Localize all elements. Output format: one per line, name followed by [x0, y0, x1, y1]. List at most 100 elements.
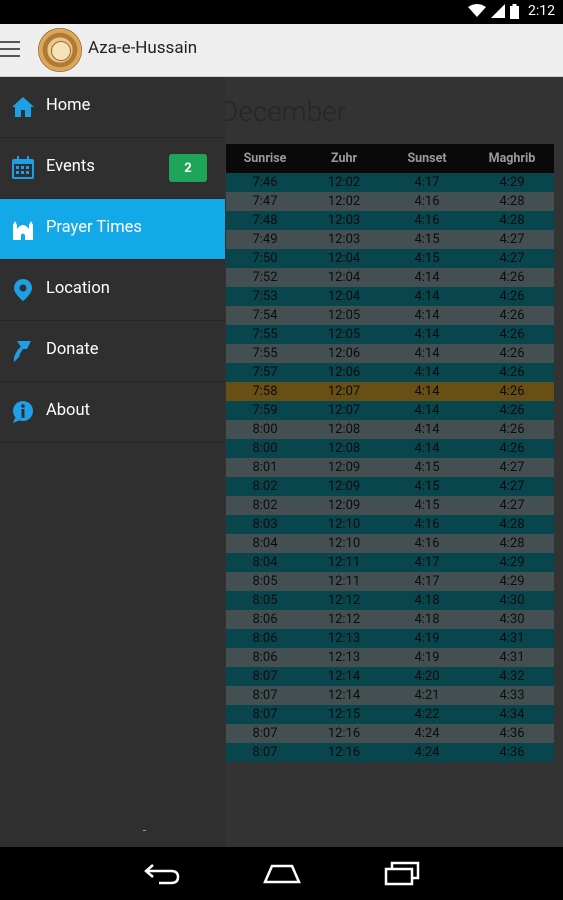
table-body: 7:46 12:02 4:17 4:29 7:47 12:02 4:16 4:28 7:48 12… [226, 173, 554, 762]
table-cell: 12:16 [327, 726, 361, 741]
table-row: 7:48 12:03 4:16 4:28 [226, 211, 554, 230]
table-row: 8:04 12:11 4:17 4:29 [226, 553, 554, 572]
column-header: Sunset [407, 151, 447, 166]
table-cell: 4:19 [414, 650, 440, 665]
table-row: 8:06 12:12 4:18 4:30 [226, 610, 554, 629]
back-icon[interactable] [143, 860, 181, 886]
app-logo[interactable] [38, 28, 82, 72]
nav-item-home[interactable]: Home [0, 77, 225, 138]
nav-item-prayer-times[interactable]: Prayer Times [0, 199, 225, 260]
table-cell: 4:14 [414, 365, 440, 380]
table-cell: 4:26 [499, 327, 525, 342]
table-row: 8:02 12:09 4:15 4:27 [226, 496, 554, 515]
table-row: 8:07 12:16 4:24 4:36 [226, 724, 554, 743]
table-cell: 12:11 [327, 574, 361, 589]
table-row: 7:46 12:02 4:17 4:29 [226, 173, 554, 192]
table-cell: 8:02 [252, 479, 278, 494]
table-cell: 4:15 [414, 479, 440, 494]
table-cell: 12:10 [327, 536, 361, 551]
table-cell: 12:10 [327, 517, 361, 532]
table-row: 7:54 12:05 4:14 4:26 [226, 306, 554, 325]
table-cell: 12:12 [327, 593, 361, 608]
table-cell: 4:29 [499, 175, 525, 190]
column-header: Maghrib [488, 151, 536, 166]
location-pin-icon [14, 279, 32, 301]
table-cell: 4:17 [414, 555, 440, 570]
table-row: 8:04 12:10 4:16 4:28 [226, 534, 554, 553]
nav-item-location[interactable]: Location [0, 260, 225, 321]
table-cell: 4:26 [499, 270, 525, 285]
table-cell: 12:02 [327, 175, 361, 190]
table-row: 8:07 12:14 4:20 4:32 [226, 667, 554, 686]
table-row: 8:07 12:15 4:22 4:34 [226, 705, 554, 724]
table-cell: 4:27 [499, 498, 525, 513]
nav-item-label: Home [46, 96, 91, 115]
table-cell: 4:26 [499, 403, 525, 418]
table-cell: 4:22 [414, 707, 440, 722]
table-cell: 7:52 [252, 270, 278, 285]
table-cell: 12:11 [327, 555, 361, 570]
mosque-icon [13, 221, 33, 240]
table-cell: 4:28 [499, 213, 525, 228]
recents-icon[interactable] [383, 860, 421, 886]
table-row: 7:55 12:05 4:14 4:26 [226, 325, 554, 344]
table-row-today: 7:58 12:07 4:14 4:26 [226, 382, 554, 401]
donate-icon [13, 341, 32, 362]
table-cell: 4:14 [414, 327, 440, 342]
menu-icon[interactable] [0, 41, 20, 59]
table-row: 7:47 12:02 4:16 4:28 [226, 192, 554, 211]
table-row: 8:06 12:13 4:19 4:31 [226, 648, 554, 667]
table-cell: 12:05 [327, 308, 361, 323]
table-cell: 4:27 [499, 479, 525, 494]
table-cell: 4:18 [414, 593, 440, 608]
table-cell: 4:14 [414, 384, 440, 399]
nav-item-about[interactable]: About [0, 382, 225, 443]
home-nav-icon[interactable] [262, 860, 302, 886]
nav-item-label: About [46, 401, 90, 420]
table-cell: 7:58 [252, 384, 278, 399]
table-header: Sunrise Zuhr Sunset Maghrib [226, 144, 554, 173]
table-cell: 4:15 [414, 498, 440, 513]
table-cell: 4:16 [414, 213, 440, 228]
table-cell: 4:16 [414, 517, 440, 532]
table-cell: 7:46 [252, 175, 278, 190]
table-cell: 4:18 [414, 612, 440, 627]
table-cell: 4:14 [414, 346, 440, 361]
table-cell: 12:07 [327, 384, 361, 399]
table-cell: 4:26 [499, 384, 525, 399]
app-bar: Aza-e-Hussain [0, 24, 563, 77]
table-cell: 12:09 [327, 479, 361, 494]
table-cell: 8:02 [252, 498, 278, 513]
events-count-badge: 2 [169, 154, 207, 182]
table-row: 8:00 12:08 4:14 4:26 [226, 439, 554, 458]
table-cell: 8:05 [252, 574, 278, 589]
table-row: 7:55 12:06 4:14 4:26 [226, 344, 554, 363]
table-cell: 7:55 [252, 327, 278, 342]
table-cell: 4:30 [499, 593, 525, 608]
battery-icon [510, 3, 519, 19]
table-cell: 12:15 [327, 707, 361, 722]
nav-item-events[interactable]: Events 2 [0, 138, 225, 199]
table-cell: 8:06 [252, 650, 278, 665]
table-cell: 7:50 [252, 251, 278, 266]
table-row: 7:50 12:04 4:15 4:27 [226, 249, 554, 268]
table-cell: 4:16 [414, 536, 440, 551]
table-row: 8:07 12:14 4:21 4:33 [226, 686, 554, 705]
table-cell: 4:26 [499, 289, 525, 304]
table-cell: 4:34 [499, 707, 525, 722]
table-cell: 12:07 [327, 403, 361, 418]
table-cell: 8:00 [252, 422, 278, 437]
table-cell: 8:07 [252, 707, 278, 722]
table-cell: 4:27 [499, 460, 525, 475]
nav-item-donate[interactable]: Donate [0, 321, 225, 382]
table-cell: 8:04 [252, 536, 278, 551]
table-cell: 12:13 [327, 631, 361, 646]
table-cell: 4:28 [499, 536, 525, 551]
table-cell: 4:33 [499, 688, 525, 703]
table-cell: 4:32 [499, 669, 525, 684]
table-row: 7:49 12:03 4:15 4:27 [226, 230, 554, 249]
table-cell: 4:14 [414, 270, 440, 285]
nav-item-label: Donate [46, 340, 99, 359]
table-cell: 8:07 [252, 669, 278, 684]
table-cell: 4:26 [499, 365, 525, 380]
